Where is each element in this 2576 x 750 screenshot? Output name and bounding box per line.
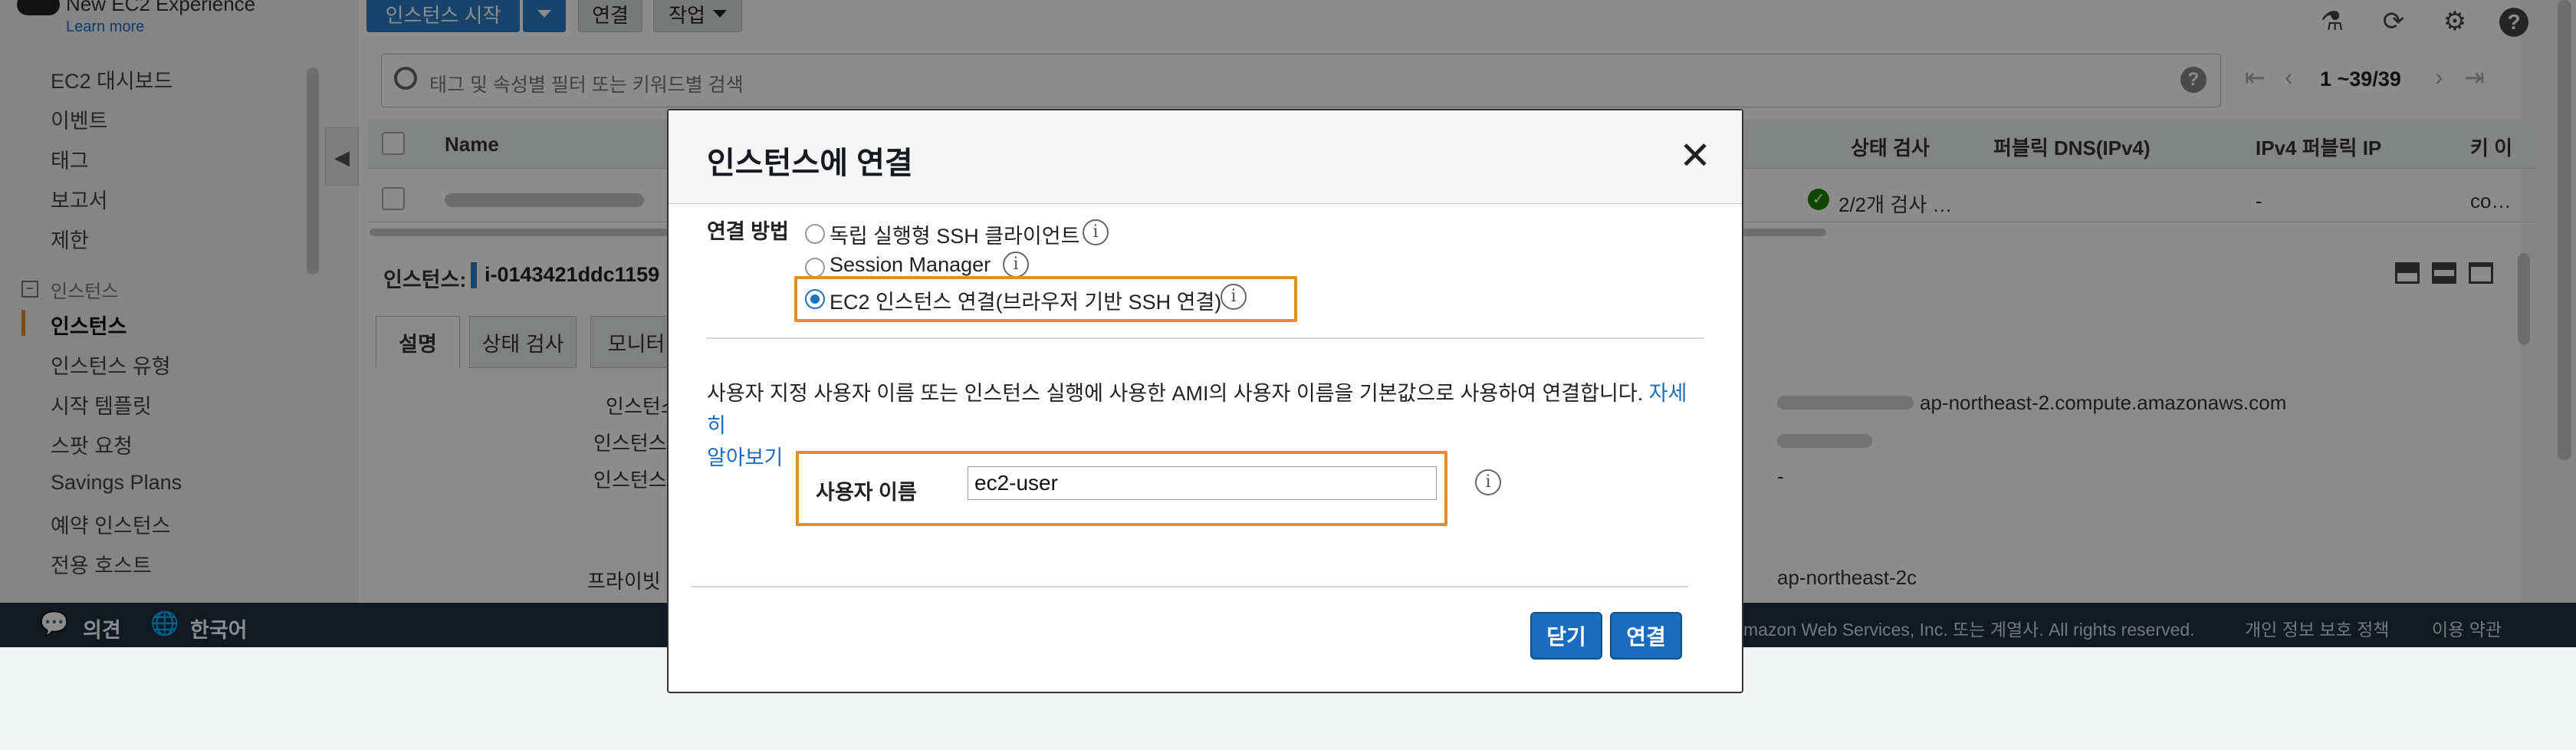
connect-instance-modal: 인스턴스에 연결 ✕ 연결 방법 독립 실행형 SSH 클라이언트 i Sess… bbox=[667, 109, 1743, 693]
connect-button-label: 연결 bbox=[1626, 625, 1666, 649]
radio-ec2-instance-connect-label[interactable]: EC2 인스턴스 연결(브라우저 기반 SSH 연결) bbox=[830, 285, 1221, 315]
info-icon[interactable]: i bbox=[1083, 219, 1109, 245]
radio-ec2-instance-connect[interactable] bbox=[805, 289, 825, 309]
divider bbox=[692, 586, 1688, 587]
radio-session-manager-label[interactable]: Session Manager bbox=[830, 253, 991, 277]
connection-method-label: 연결 방법 bbox=[707, 220, 789, 243]
divider bbox=[707, 337, 1704, 339]
info-icon[interactable]: i bbox=[1003, 252, 1029, 278]
radio-standalone-ssh-label[interactable]: 독립 실행형 SSH 클라이언트 bbox=[830, 219, 1079, 249]
info-icon[interactable]: i bbox=[1221, 284, 1247, 310]
close-icon[interactable]: ✕ bbox=[1679, 137, 1711, 175]
radio-session-manager[interactable] bbox=[805, 258, 825, 278]
username-input[interactable]: ec2-user bbox=[968, 466, 1437, 500]
learn-more-link[interactable]: 알아보기 bbox=[707, 446, 783, 469]
info-icon[interactable]: i bbox=[1475, 469, 1501, 495]
description-text: 사용자 지정 사용자 이름 또는 인스턴스 실행에 사용한 AMI의 사용자 이… bbox=[707, 382, 1644, 405]
username-label: 사용자 이름 bbox=[816, 481, 917, 504]
close-button[interactable]: 닫기 bbox=[1530, 612, 1602, 660]
modal-header: 인스턴스에 연결 ✕ bbox=[669, 110, 1742, 204]
connect-button[interactable]: 연결 bbox=[1610, 612, 1682, 660]
radio-standalone-ssh[interactable] bbox=[805, 224, 825, 244]
modal-title: 인스턴스에 연결 bbox=[707, 146, 913, 180]
close-button-label: 닫기 bbox=[1546, 625, 1586, 649]
